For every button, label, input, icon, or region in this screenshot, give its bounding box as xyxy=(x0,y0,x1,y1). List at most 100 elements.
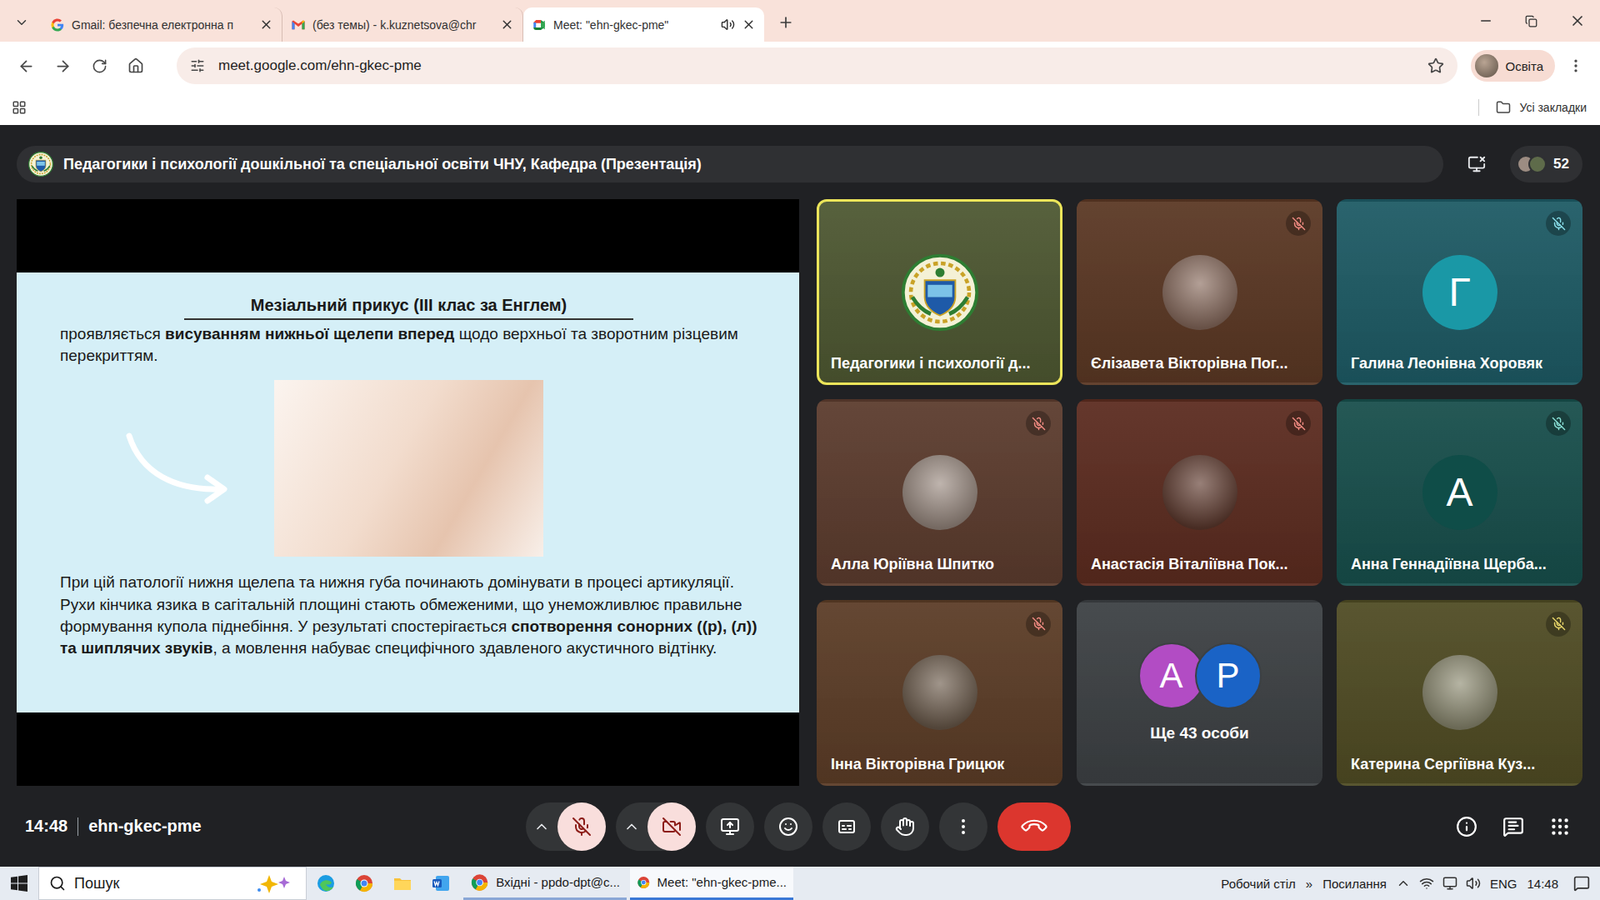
browser-tab[interactable]: Meet: "ehn-gkec-pme" xyxy=(523,7,765,42)
video-options-button[interactable] xyxy=(615,802,648,851)
menu-button[interactable] xyxy=(1560,50,1592,82)
browser-tab[interactable]: (без темы) - k.kuznetsova@chr xyxy=(282,7,524,42)
chrome-icon[interactable] xyxy=(354,873,375,894)
mic-off-icon xyxy=(1291,416,1306,431)
start-button[interactable] xyxy=(0,866,39,900)
participant-tile[interactable]: Педагогики і психології д... xyxy=(816,199,1063,385)
tray-item[interactable] xyxy=(1438,866,1462,900)
audio-icon[interactable] xyxy=(720,17,735,32)
raise-hand-button[interactable] xyxy=(880,802,930,851)
site-info-icon[interactable] xyxy=(190,58,205,74)
file-explorer-icon[interactable] xyxy=(392,873,413,894)
slide-arrow-icon xyxy=(124,430,233,506)
audio-options-button[interactable] xyxy=(525,802,558,851)
close-tab-icon[interactable] xyxy=(500,17,515,32)
all-bookmarks[interactable]: Усі закладки xyxy=(1519,100,1587,115)
taskbar-app[interactable] xyxy=(306,866,345,900)
photo-avatar xyxy=(1162,455,1238,530)
edge-icon[interactable] xyxy=(315,873,336,894)
apps-icon[interactable] xyxy=(11,100,27,115)
arrow-box xyxy=(60,430,275,506)
participant-tile[interactable]: Єлізавета Вікторівна Пог... xyxy=(1076,199,1323,385)
bold-text: висуванням нижньої щелепи вперед xyxy=(165,325,455,343)
minimize-button[interactable] xyxy=(1462,0,1509,42)
close-tab-icon[interactable] xyxy=(741,17,756,32)
reload-button[interactable] xyxy=(83,50,115,82)
mic-button[interactable] xyxy=(557,802,606,851)
presentation-toggle[interactable] xyxy=(1458,145,1495,183)
browser-tab[interactable]: Gmail: безпечна електронна п xyxy=(41,7,283,42)
tray-expand[interactable] xyxy=(1391,866,1415,900)
participant-tile[interactable]: ААнна Геннадіївна Щерба... xyxy=(1336,399,1583,585)
tab-title: (без темы) - k.kuznetsova@chr xyxy=(312,18,494,32)
folder-icon[interactable] xyxy=(1495,100,1511,115)
taskbar-app[interactable] xyxy=(345,866,384,900)
taskbar-window[interactable]: Вхідні - ppdo-dpt@c... xyxy=(463,866,627,900)
language[interactable]: ENG xyxy=(1485,876,1523,891)
tab-search-button[interactable] xyxy=(6,7,37,38)
participant-name: Анастасія Віталіївна Пок... xyxy=(1090,555,1288,574)
toolbar-more[interactable]: » xyxy=(1300,876,1318,891)
clock[interactable]: 14:48 xyxy=(1521,876,1564,891)
taskbar-app[interactable] xyxy=(383,866,422,900)
new-tab-button[interactable] xyxy=(770,7,801,38)
word-icon[interactable] xyxy=(430,873,451,894)
divider xyxy=(1478,99,1480,116)
text-run: , а мовлення набуває специфічного здавле… xyxy=(213,639,718,657)
home-button[interactable] xyxy=(120,50,152,82)
chat-icon[interactable] xyxy=(1502,815,1525,838)
participant-tile[interactable]: Інна Вікторівна Грицюк xyxy=(816,600,1063,786)
address-bar[interactable]: meet.google.com/ehn-gkec-pme xyxy=(176,47,1458,85)
close-tab-icon[interactable] xyxy=(259,17,274,32)
network-icon xyxy=(1419,875,1435,891)
links-toolbar[interactable]: Посилання xyxy=(1317,876,1392,891)
desktop-toolbar[interactable]: Робочий стіл xyxy=(1215,876,1301,891)
participant-tile[interactable]: Катерина Сергіївна Куз... xyxy=(1336,600,1583,786)
taskbar-window[interactable]: Meet: "ehn-gkec-pme... xyxy=(630,866,794,900)
taskbar-search[interactable]: Пошук xyxy=(38,866,307,900)
url: meet.google.com/ehn-gkec-pme xyxy=(218,57,1415,75)
end-call-icon xyxy=(1018,810,1050,842)
forward-button[interactable] xyxy=(46,50,79,82)
toolbar: meet.google.com/ehn-gkec-pme Освіта xyxy=(0,41,1600,90)
windows-logo-icon[interactable] xyxy=(10,875,28,892)
meeting-title: Педагогики і психології дошкільної та сп… xyxy=(63,155,702,174)
restore-button[interactable] xyxy=(1508,0,1555,42)
taskbar-app[interactable] xyxy=(421,866,460,900)
participant-tile[interactable]: Алла Юріївна Шпитко xyxy=(816,399,1063,585)
participant-tile[interactable]: АРЩе 43 особи xyxy=(1076,600,1323,786)
participant-tile[interactable]: Анастасія Віталіївна Пок... xyxy=(1076,399,1323,585)
chevron-down-icon xyxy=(14,15,30,30)
tray-item[interactable] xyxy=(1461,866,1485,900)
participant-tile[interactable]: ГГалина Леонівна Хоровяк xyxy=(1336,199,1583,385)
more-button[interactable] xyxy=(939,802,988,851)
profile-name: Освіта xyxy=(1505,59,1544,74)
chrome-icon[interactable] xyxy=(636,872,651,893)
close-window-button[interactable] xyxy=(1554,0,1600,42)
reactions-button[interactable] xyxy=(764,802,813,851)
back-button[interactable] xyxy=(10,50,42,82)
screen-share-off-icon xyxy=(1467,155,1486,174)
activities-icon[interactable] xyxy=(1549,815,1571,838)
meet-header: Педагогики і психології дошкільної та сп… xyxy=(16,145,1583,183)
audio-group xyxy=(525,802,606,851)
present-button[interactable] xyxy=(705,802,755,851)
mic-off-icon xyxy=(1551,416,1566,431)
mic-off-icon xyxy=(571,816,592,837)
camera-button[interactable] xyxy=(647,802,696,851)
profile-button[interactable]: Освіта xyxy=(1470,50,1555,82)
participant-name: Єлізавета Вікторівна Пог... xyxy=(1090,355,1289,373)
chrome-icon[interactable] xyxy=(470,872,490,893)
info-icon[interactable] xyxy=(1455,815,1478,838)
muted-badge xyxy=(1545,210,1571,236)
notifications-button[interactable] xyxy=(1563,866,1600,900)
restore-icon xyxy=(1525,15,1538,28)
end-call-button[interactable] xyxy=(997,802,1071,851)
participant-name: Алла Юріївна Шпитко xyxy=(830,555,995,574)
star-icon[interactable] xyxy=(1427,57,1445,75)
participants-button[interactable]: 52 xyxy=(1510,145,1583,183)
university-logo-icon xyxy=(901,254,979,331)
participant-name: Галина Леонівна Хоровяк xyxy=(1350,355,1543,373)
captions-button[interactable] xyxy=(822,802,871,851)
tray-item[interactable] xyxy=(1415,866,1439,900)
